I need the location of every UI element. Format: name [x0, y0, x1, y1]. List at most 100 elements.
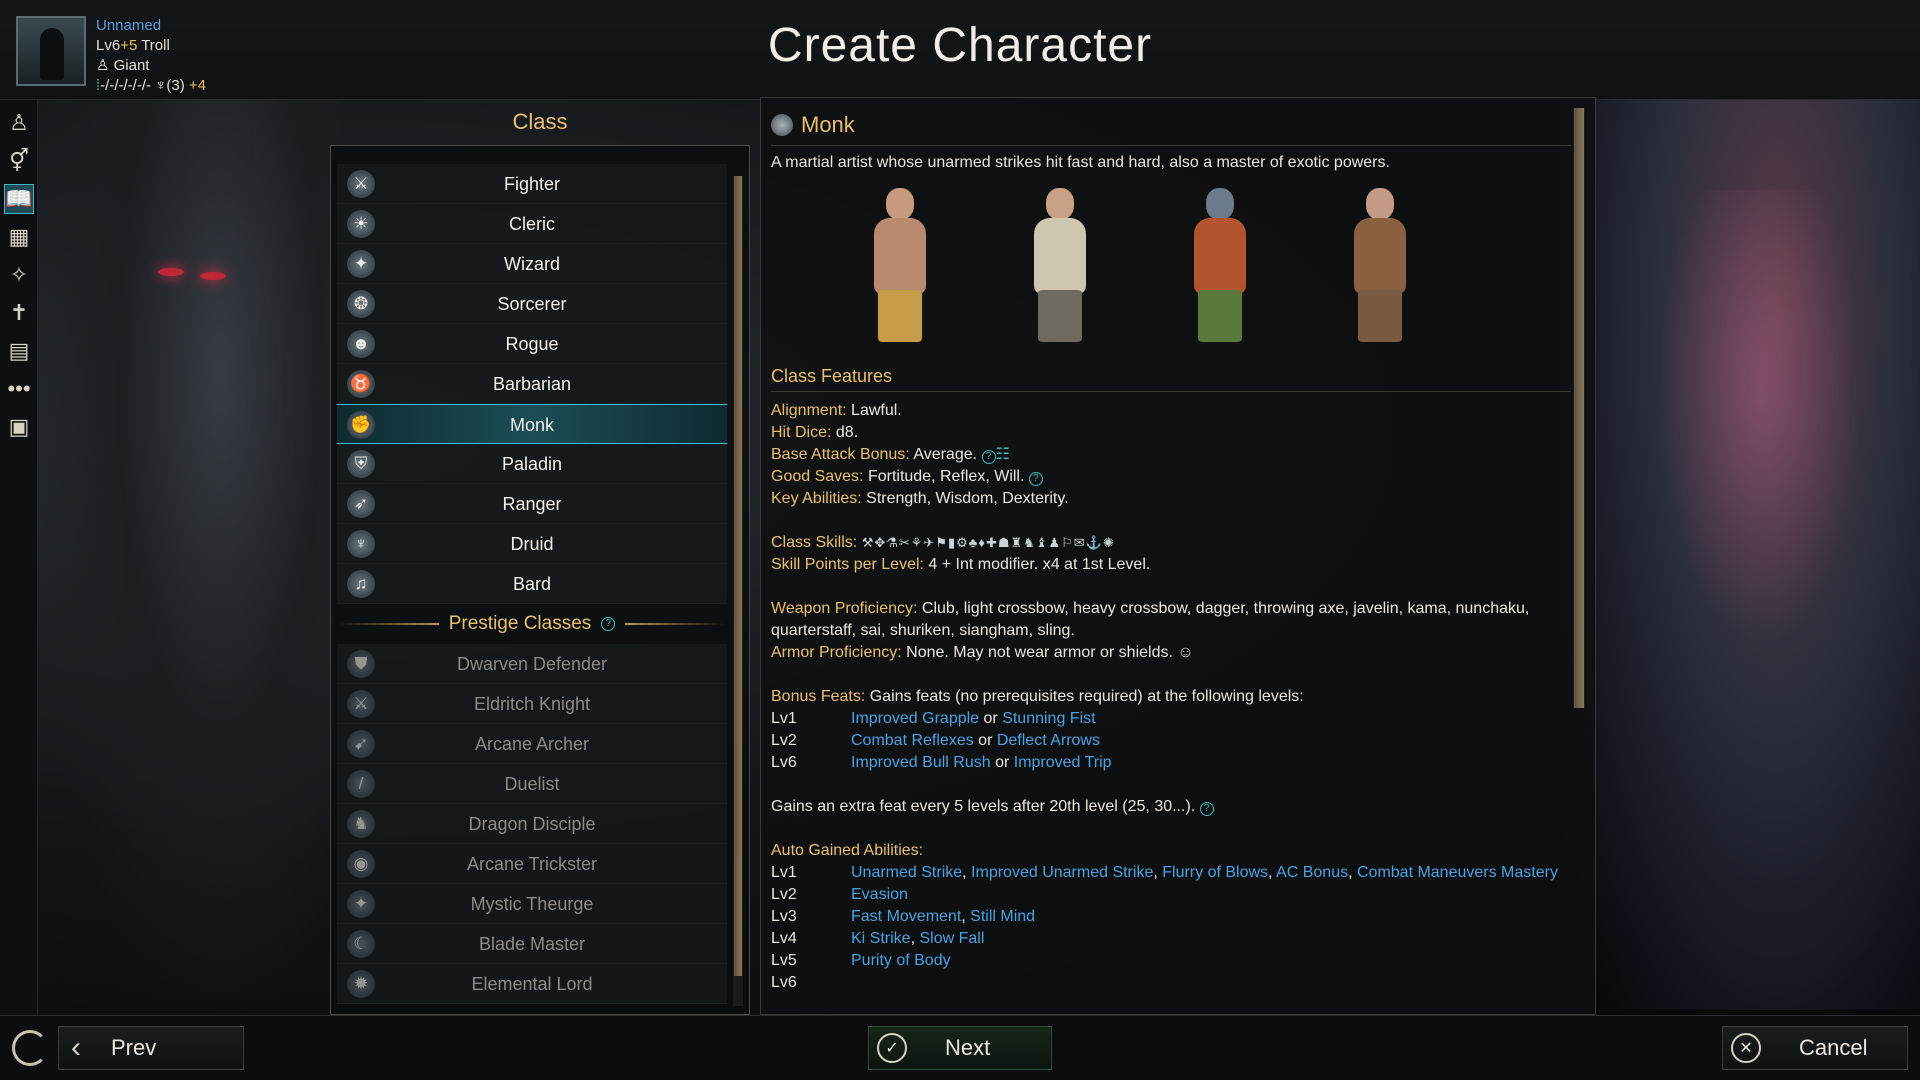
feats-icon[interactable]: ✝: [4, 298, 34, 328]
class-list-scrollbar[interactable]: [733, 176, 743, 1006]
class-detail-name: Monk: [801, 111, 855, 137]
class-item-label: Barbarian: [492, 374, 572, 394]
class-item-arcane-trickster[interactable]: ◉ Arcane Trickster: [337, 844, 727, 884]
ability-link[interactable]: Still Mind: [970, 908, 1035, 925]
extra-feat-help-icon[interactable]: ?: [1199, 802, 1214, 816]
level-label: Lv5: [771, 952, 797, 969]
class-item-label: Arcane Archer: [474, 734, 590, 754]
class-item-ranger[interactable]: ➶ Ranger: [337, 484, 727, 524]
class-item-dwarven-defender[interactable]: ⛊ Dwarven Defender: [337, 644, 727, 684]
class-icon[interactable]: 📖: [4, 184, 34, 214]
auto-abilities-list: Lv1 Unarmed Strike, Improved Unarmed Stri…: [771, 862, 1571, 994]
class-item-bard[interactable]: ♫ Bard: [337, 564, 727, 604]
ability-link[interactable]: Fast Movement: [851, 908, 961, 925]
class-item-elemental-lord[interactable]: ✹ Elemental Lord: [337, 964, 727, 1004]
class-item-fighter[interactable]: ⚔ Fighter: [337, 164, 727, 204]
class-item-arcane-archer[interactable]: ➹ Arcane Archer: [337, 724, 727, 764]
ability-link[interactable]: Unarmed Strike: [851, 864, 962, 881]
level-label: Lv6: [771, 754, 797, 771]
bab-help-icon[interactable]: ?: [981, 450, 996, 464]
level-label: Lv3: [771, 908, 797, 925]
abilities-icon[interactable]: ▦: [4, 222, 34, 252]
class-panel: ⚔ Fighter ☀ Cleric ✦ Wizard ❂ Sorcerer ☻ Rogue ♉ Ba…: [330, 145, 750, 1015]
class-item-label: Rogue: [505, 334, 559, 354]
class-item-druid[interactable]: ♆ Druid: [337, 524, 727, 564]
detail-scrollbar[interactable]: [1573, 108, 1585, 708]
class-list-scroll-thumb[interactable]: [734, 176, 742, 976]
check-icon: ✓: [877, 1033, 907, 1063]
race-icon[interactable]: ♙: [4, 108, 34, 138]
level-label: Lv4: [771, 930, 797, 947]
class-item-label: Fighter: [503, 174, 561, 194]
class-item-wizard[interactable]: ✦ Wizard: [337, 244, 727, 284]
ability-link[interactable]: Ki Strike: [851, 930, 911, 947]
class-item-sorcerer[interactable]: ❂ Sorcerer: [337, 284, 727, 324]
prev-button[interactable]: ‹ Prev: [58, 1026, 244, 1070]
detail-scroll-thumb[interactable]: [1574, 108, 1584, 708]
class-item-paladin[interactable]: ⛨ Paladin: [337, 444, 727, 484]
class-skill-icons[interactable]: ⚒✥⚗✂⚘✈⚑▮⚙♣♦✚☗♜♞♝♟⚐✉⚓✺: [862, 535, 1115, 550]
hit-dice-line: Hit Dice: d8.: [771, 424, 859, 441]
feat-link[interactable]: Improved Trip: [1014, 754, 1112, 771]
class-item-label: Dragon Disciple: [468, 814, 596, 834]
class-features-title: Class Features: [771, 366, 1571, 392]
bab-table-icon[interactable]: ☷: [996, 446, 1010, 463]
class-art-row: [771, 180, 1571, 360]
saves-help-icon[interactable]: ?: [1028, 472, 1043, 486]
feat-link[interactable]: Deflect Arrows: [997, 732, 1100, 749]
next-button[interactable]: ✓ Next: [868, 1026, 1052, 1070]
or-text: or: [979, 710, 1003, 727]
ability-link[interactable]: Combat Maneuvers Mastery: [1357, 864, 1558, 881]
gender-icon[interactable]: ⚥: [4, 146, 34, 176]
cancel-button[interactable]: ✕ Cancel: [1722, 1026, 1908, 1070]
class-features: Alignment: Lawful. Hit Dice: d8. Base At…: [771, 400, 1571, 994]
class-item-blade-master[interactable]: ☾ Blade Master: [337, 924, 727, 964]
background-knight-art: [40, 100, 340, 1000]
feat-link[interactable]: Improved Bull Rush: [851, 754, 991, 771]
class-item-label: Monk: [509, 415, 554, 435]
class-item-label: Druid: [510, 534, 554, 554]
class-item-label: Arcane Trickster: [466, 854, 598, 874]
class-item-cleric[interactable]: ☀ Cleric: [337, 204, 727, 244]
ability-link[interactable]: AC Bonus: [1276, 864, 1348, 881]
skills-icon[interactable]: ✧: [4, 260, 34, 290]
class-item-label: Dwarven Defender: [456, 654, 608, 674]
monk-figure-1: [856, 188, 946, 348]
knight-eye-right: [200, 272, 226, 280]
class-item-monk[interactable]: ✊ Monk: [337, 404, 727, 444]
prestige-help-icon[interactable]: ?: [601, 617, 616, 631]
more-icon[interactable]: •••: [4, 374, 34, 404]
ability-link[interactable]: Slow Fall: [919, 930, 984, 947]
ability-link[interactable]: Improved Unarmed Strike: [971, 864, 1153, 881]
feat-link[interactable]: Combat Reflexes: [851, 732, 974, 749]
class-item-rogue[interactable]: ☻ Rogue: [337, 324, 727, 364]
randomize-icon[interactable]: [12, 1030, 48, 1066]
ability-link[interactable]: Flurry of Blows: [1162, 864, 1268, 881]
class-item-label: Sorcerer: [497, 294, 567, 314]
feat-link[interactable]: Stunning Fist: [1002, 710, 1095, 727]
class-item-label: Duelist: [504, 774, 560, 794]
class-detail-panel: Monk A martial artist whose unarmed stri…: [760, 97, 1596, 1015]
armor-proficiency-line: Armor Proficiency: None. May not wear ar…: [771, 644, 1194, 661]
feat-link[interactable]: Improved Grapple: [851, 710, 979, 727]
monk-figure-3: [1176, 188, 1266, 348]
prestige-classes-header: Prestige Classes?: [337, 604, 727, 644]
prev-button-label: Prev: [111, 1035, 157, 1060]
class-item-eldritch-knight[interactable]: ⚔ Eldritch Knight: [337, 684, 727, 724]
spells-icon[interactable]: ▤: [4, 336, 34, 366]
armor-info-icon[interactable]: ☺: [1177, 644, 1193, 661]
character-stats-line: ⁞-/-/-/-/-/- ♆(3) +4: [96, 76, 206, 96]
class-item-barbarian[interactable]: ♉ Barbarian: [337, 364, 727, 404]
summary-icon[interactable]: ▣: [4, 412, 34, 442]
ability-link[interactable]: Purity of Body: [851, 952, 951, 969]
class-skills-line: Class Skills: ⚒✥⚗✂⚘✈⚑▮⚙♣♦✚☗♜♞♝♟⚐✉⚓✺: [771, 534, 1115, 551]
auto-ability-row: Lv5 Purity of Body: [771, 950, 1571, 972]
prestige-classes-title: Prestige Classes: [448, 613, 592, 634]
class-item-dragon-disciple[interactable]: ♞ Dragon Disciple: [337, 804, 727, 844]
class-item-label: Eldritch Knight: [473, 694, 591, 714]
ability-link[interactable]: Evasion: [851, 886, 908, 903]
class-item-duelist[interactable]: / Duelist: [337, 764, 727, 804]
page-title: Create Character: [767, 19, 1153, 72]
auto-abilities-title: Auto Gained Abilities:: [771, 842, 924, 859]
class-item-mystic-theurge[interactable]: ✦ Mystic Theurge: [337, 884, 727, 924]
